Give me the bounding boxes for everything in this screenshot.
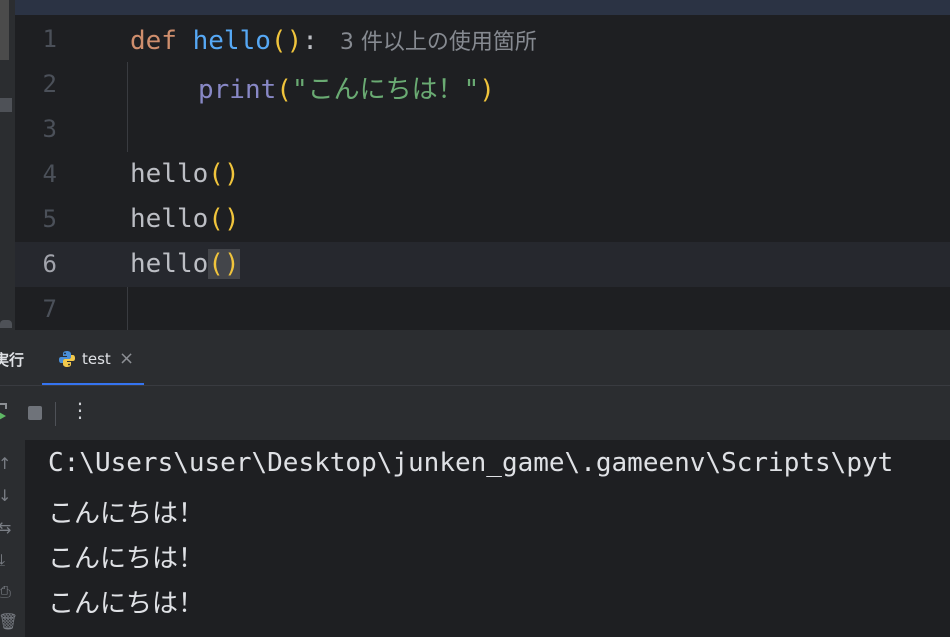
indent-guide bbox=[127, 287, 128, 332]
line-number: 7 bbox=[42, 295, 57, 323]
code-line-5[interactable]: 5 hello() bbox=[15, 197, 950, 242]
scroll-to-end-icon[interactable]: ⤓ bbox=[0, 550, 5, 570]
editor-tab-strip bbox=[15, 0, 950, 15]
scroll-down-icon[interactable]: ↓ bbox=[0, 486, 11, 505]
code-line-1[interactable]: 1 def hello(): 3 件以上の使用箇所 bbox=[15, 17, 950, 62]
paren-open: ( bbox=[208, 159, 224, 189]
function-name: hello bbox=[192, 26, 271, 56]
left-tool-gutter bbox=[0, 0, 15, 330]
code-content[interactable]: print("こんにちは！") bbox=[198, 69, 495, 106]
more-options-icon[interactable]: ⋮ bbox=[70, 398, 90, 422]
code-content[interactable]: hello() bbox=[130, 249, 240, 279]
console-line: こんにちは！ bbox=[48, 544, 205, 574]
line-number: 4 bbox=[42, 160, 57, 188]
tab-label: test bbox=[82, 350, 111, 368]
console-line: C:\Users\user\Desktop\junken_game\.gamee… bbox=[48, 448, 894, 478]
code-content[interactable]: def hello(): 3 件以上の使用箇所 bbox=[130, 24, 537, 56]
scroll-up-icon[interactable]: ↑ bbox=[0, 454, 11, 473]
toolbar-separator bbox=[55, 402, 56, 426]
rerun-icon[interactable] bbox=[0, 400, 10, 422]
call-name: hello bbox=[130, 204, 209, 234]
console-line: こんにちは！ bbox=[48, 589, 205, 619]
python-icon bbox=[59, 351, 75, 367]
code-line-2[interactable]: 2 print("こんにちは！") bbox=[15, 62, 950, 107]
soft-wrap-icon[interactable]: ⇆ bbox=[0, 518, 11, 537]
code-content[interactable]: hello() bbox=[130, 159, 240, 189]
trash-icon[interactable]: 🗑 bbox=[0, 612, 18, 631]
builtin-print: print bbox=[198, 75, 277, 105]
paren-close: ) bbox=[223, 204, 240, 234]
paren-close: ) bbox=[286, 26, 303, 56]
line-number: 3 bbox=[42, 115, 57, 143]
code-line-3[interactable]: 3 bbox=[15, 107, 950, 152]
paren-close: ) bbox=[223, 159, 240, 189]
call-name: hello bbox=[130, 249, 209, 279]
line-number: 5 bbox=[42, 205, 57, 233]
code-content[interactable]: hello() bbox=[130, 204, 240, 234]
call-name: hello bbox=[130, 159, 209, 189]
gutter-thumbnail bbox=[0, 0, 9, 60]
code-editor[interactable]: 1 def hello(): 3 件以上の使用箇所 2 print("こんにちは！… bbox=[15, 15, 950, 332]
run-toolbar: ⋮ bbox=[0, 386, 950, 440]
paren-open: ( bbox=[270, 26, 287, 56]
tab-test[interactable]: test × bbox=[42, 330, 144, 385]
paren-close: ) bbox=[479, 75, 495, 105]
keyword-def: def bbox=[130, 26, 177, 56]
line-number: 1 bbox=[42, 25, 57, 53]
run-panel-title: 実行 bbox=[0, 351, 25, 369]
gutter-marker bbox=[0, 98, 12, 112]
indent-guide bbox=[127, 107, 128, 152]
line-number: 6 bbox=[42, 250, 57, 278]
line-number: 2 bbox=[42, 70, 57, 98]
code-line-6[interactable]: 6 hello() bbox=[15, 242, 950, 287]
string-literal: "こんにちは！" bbox=[291, 75, 480, 105]
print-icon[interactable]: ⎙ bbox=[0, 582, 11, 602]
run-tool-window: 実行 test × ⋮ ↑ ↓ ⇆ ⤓ ⎙ 🗑 C:\Users\user\De bbox=[0, 330, 950, 637]
paren-open: ( bbox=[276, 75, 292, 105]
paren-open: ( bbox=[208, 204, 224, 234]
run-tab-bar: 実行 test × bbox=[0, 330, 950, 386]
console-line: こんにちは！ bbox=[48, 499, 205, 529]
code-line-4[interactable]: 4 hello() bbox=[15, 152, 950, 197]
usages-hint[interactable]: 3 件以上の使用箇所 bbox=[340, 30, 537, 55]
stop-icon[interactable] bbox=[28, 406, 42, 420]
paren-open: ( bbox=[208, 249, 224, 279]
gutter-marker-bottom bbox=[0, 320, 12, 328]
console-output[interactable]: C:\Users\user\Desktop\junken_game\.gamee… bbox=[25, 440, 950, 637]
close-icon[interactable]: × bbox=[119, 348, 134, 369]
console-side-toolbar: ↑ ↓ ⇆ ⤓ ⎙ 🗑 bbox=[0, 440, 25, 637]
indent-guide bbox=[127, 62, 128, 107]
paren-close: ) bbox=[223, 249, 240, 279]
colon: : bbox=[302, 26, 318, 56]
code-line-7[interactable]: 7 bbox=[15, 287, 950, 332]
